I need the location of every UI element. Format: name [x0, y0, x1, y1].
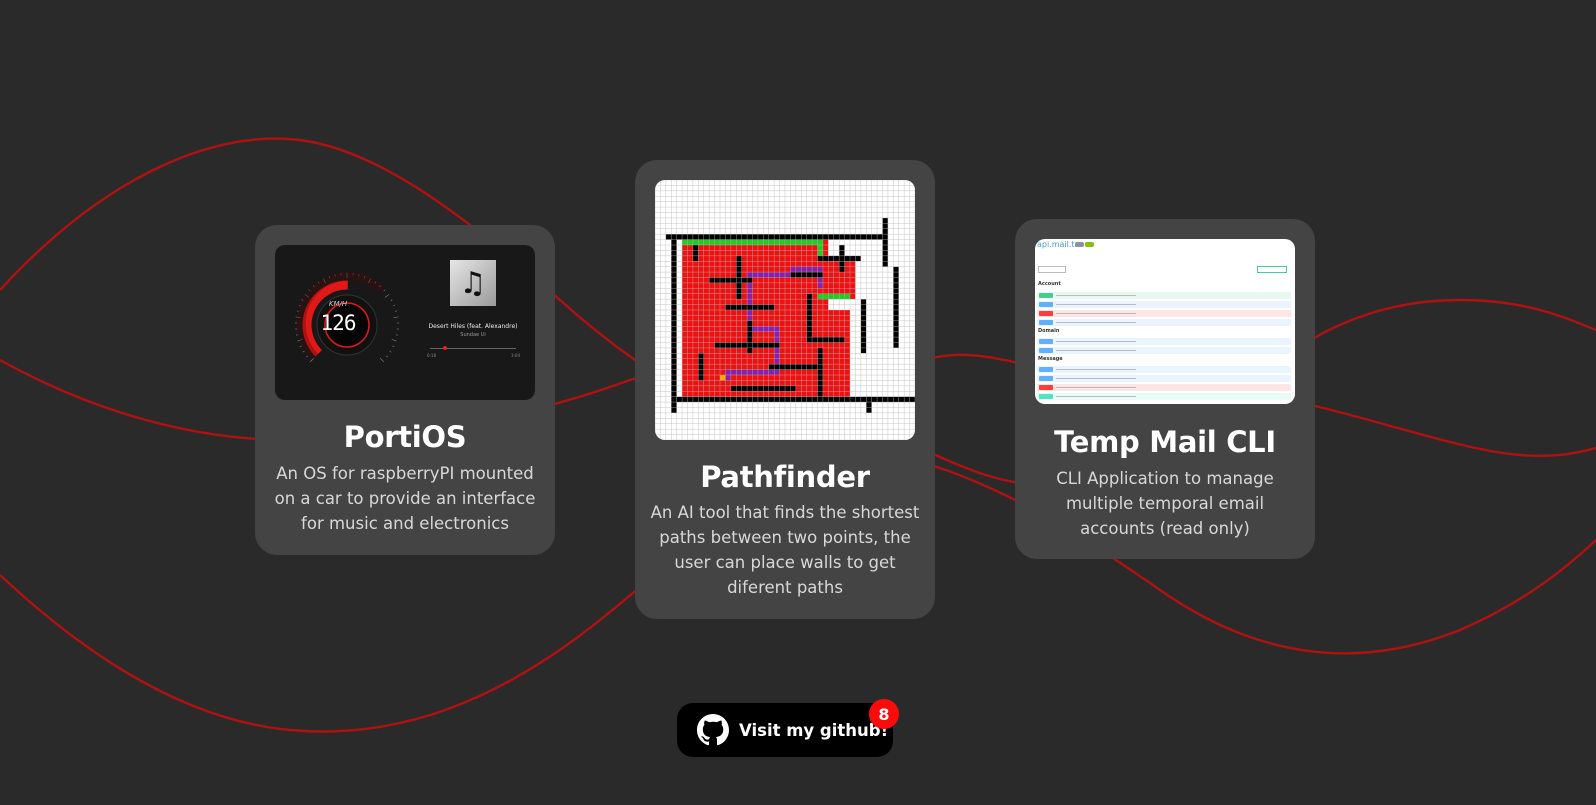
song-progress-thumb — [443, 346, 447, 350]
project-title: PortiOS — [343, 420, 467, 454]
endpoint-path — [1056, 350, 1136, 351]
api-endpoint-row — [1037, 393, 1291, 400]
project-title: Pathfinder — [700, 460, 870, 494]
endpoint-path — [1056, 378, 1136, 379]
song-time-end: 3:04 — [511, 353, 520, 358]
project-card-pathfinder[interactable]: Pathfinder An AI tool that finds the sho… — [635, 160, 935, 619]
server-select — [1038, 266, 1066, 273]
pathfinder-screenshot — [655, 180, 915, 440]
api-endpoint-row — [1037, 301, 1291, 308]
notification-badge: 8 — [869, 699, 899, 729]
http-method-badge — [1039, 348, 1053, 353]
api-section-account: Account — [1038, 281, 1061, 287]
http-method-badge — [1039, 376, 1053, 381]
version-badge — [1075, 242, 1084, 247]
endpoint-path — [1056, 304, 1136, 305]
song-artist: Sundae Ui — [460, 332, 486, 338]
project-title: Temp Mail CLI — [1054, 425, 1276, 459]
endpoint-path — [1056, 295, 1136, 296]
song-time-start: 0:18 — [427, 353, 436, 358]
project-description: An AI tool that finds the shortest paths… — [650, 503, 920, 597]
github-icon — [697, 714, 729, 746]
http-method-badge — [1039, 302, 1053, 307]
api-endpoint-row — [1037, 366, 1291, 373]
speed-readout: 126 — [320, 311, 357, 335]
api-endpoint-row — [1037, 310, 1291, 317]
project-description: An OS for raspberryPI mounted on a car t… — [274, 464, 536, 533]
api-endpoint-row — [1037, 347, 1291, 354]
endpoint-path — [1056, 396, 1136, 397]
http-method-badge — [1039, 385, 1053, 390]
endpoint-path — [1056, 369, 1136, 370]
song-title: Desert Hiles (feat. Alexandre) — [428, 323, 518, 330]
endpoint-path — [1056, 313, 1136, 314]
http-method-badge — [1039, 367, 1053, 372]
project-card-portios[interactable]: KM/H 126 ♫ Desert Hiles (feat. Alexandre… — [255, 225, 555, 555]
endpoint-path — [1056, 322, 1136, 323]
api-endpoint-row — [1037, 292, 1291, 299]
oas-badge — [1085, 242, 1094, 247]
api-endpoint-row — [1037, 384, 1291, 391]
api-section-domain: Domain — [1038, 328, 1060, 334]
temp-mail-screenshot: api.mail.tm Account Domain Message — [1035, 239, 1295, 404]
portios-screenshot: KM/H 126 ♫ Desert Hiles (feat. Alexandre… — [275, 245, 535, 400]
http-method-badge — [1039, 394, 1053, 399]
pathfinder-grid — [655, 180, 915, 440]
http-method-badge — [1039, 293, 1053, 298]
http-method-badge — [1039, 339, 1053, 344]
api-section-message: Message — [1038, 356, 1063, 362]
visit-github-button[interactable]: Visit my github! 8 — [677, 699, 899, 757]
http-method-badge — [1039, 311, 1053, 316]
api-endpoint-row — [1037, 338, 1291, 345]
endpoint-path — [1056, 341, 1136, 342]
music-note-icon: ♫ — [450, 260, 496, 306]
http-method-badge — [1039, 320, 1053, 325]
api-endpoint-row — [1037, 375, 1291, 382]
speed-unit: KM/H — [328, 300, 348, 308]
authorize-button — [1257, 266, 1287, 273]
project-card-temp-mail-cli[interactable]: api.mail.tm Account Domain Message Temp … — [1015, 219, 1315, 559]
endpoint-path — [1056, 387, 1136, 388]
project-description: CLI Application to manage multiple tempo… — [1056, 469, 1274, 538]
github-button-label: Visit my github! — [739, 720, 889, 740]
api-endpoint-row — [1037, 319, 1291, 326]
